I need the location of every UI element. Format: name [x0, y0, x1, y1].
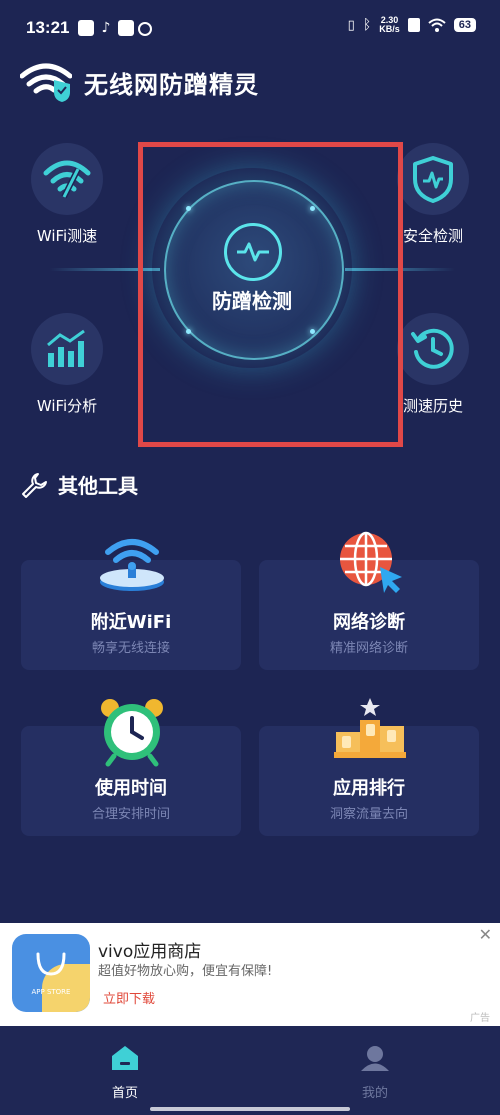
- status-right: ▯ ᛒ 2.30 KB/s 63: [348, 16, 476, 34]
- alarm-clock-icon: [101, 699, 163, 767]
- card-subtitle: 精准网络诊断: [329, 641, 408, 656]
- app-store-logo: APP STORE: [12, 934, 90, 1012]
- home-indicator: [150, 1107, 350, 1111]
- wifi-speed-icon: [43, 160, 91, 199]
- wifi-speed-test-button[interactable]: WiFi测速: [7, 143, 127, 246]
- card-title: 网络诊断: [333, 612, 405, 633]
- card-subtitle: 畅享无线连接: [91, 641, 170, 656]
- app-header: 无线网防蹭精灵: [20, 62, 259, 102]
- wifi-shield-logo-icon: [20, 63, 72, 102]
- ad-banner[interactable]: APP STORE vivo应用商店 超值好物放心购，便宜有保障! 立即下载 ✕…: [0, 923, 500, 1026]
- wifi-icon: [428, 18, 446, 32]
- wifi-analysis-label: WiFi分析: [36, 397, 98, 415]
- network-speed: 2.30 KB/s: [379, 15, 400, 34]
- wifi-analysis-button[interactable]: WiFi分析: [7, 313, 127, 416]
- highlight-box: [138, 142, 403, 447]
- nav-mine-label: 我的: [361, 1086, 388, 1101]
- status-bar: 13:21 ♪ ▯ ᛒ 2.30 KB/s 63: [0, 0, 500, 60]
- notification-app-icon: [138, 22, 152, 36]
- podium-icon: [334, 698, 406, 758]
- ad-subtitle: 超值好物放心购，便宜有保障!: [98, 964, 273, 979]
- bottom-nav: 首页 我的: [0, 1026, 500, 1115]
- shopping-bag-icon: [36, 952, 66, 976]
- wifi-analysis-circle: [31, 313, 103, 385]
- bluetooth-icon: ᛒ: [362, 17, 372, 33]
- ad-title: vivo应用商店: [98, 942, 202, 962]
- history-clock-icon: [411, 328, 454, 369]
- ad-close-icon[interactable]: ✕: [479, 925, 492, 944]
- card-title: 使用时间: [95, 778, 167, 799]
- app-title: 无线网防蹭精灵: [84, 70, 259, 99]
- notification-app-icon: [118, 20, 134, 36]
- ad-tag: 广告: [470, 1013, 490, 1024]
- wifi-router-icon: [100, 539, 164, 591]
- battery-indicator: 63: [453, 18, 476, 32]
- vibrate-icon: ▯: [347, 17, 355, 33]
- card-title: 应用排行: [333, 778, 405, 799]
- security-check-circle: [397, 143, 469, 215]
- other-tools-header: 其他工具: [20, 470, 138, 499]
- wrench-icon: [22, 472, 47, 498]
- bar-chart-icon: [47, 329, 85, 367]
- wifi-speed-circle: [31, 143, 103, 215]
- nav-home-label: 首页: [111, 1086, 138, 1101]
- wifi-speed-label: WiFi测速: [36, 227, 98, 245]
- notification-app-icon: [78, 20, 94, 36]
- nav-mine[interactable]: 我的: [335, 1044, 415, 1101]
- home-icon: [112, 1046, 138, 1070]
- globe-cursor-icon: [340, 531, 402, 593]
- status-time: 13:21: [26, 18, 70, 37]
- tiktok-icon: ♪: [101, 20, 111, 36]
- profile-icon: [361, 1046, 389, 1071]
- logo-text: APP STORE: [31, 988, 71, 996]
- security-shield-icon: [413, 156, 453, 203]
- speed-history-circle: [397, 313, 469, 385]
- download-now-link[interactable]: 立即下载: [103, 988, 155, 1007]
- nav-home[interactable]: 首页: [85, 1044, 165, 1101]
- card-subtitle: 合理安排时间: [91, 807, 170, 822]
- other-tools-title: 其他工具: [58, 474, 138, 498]
- card-subtitle: 洞察流量去向: [329, 807, 408, 822]
- sim-icon: [407, 18, 420, 32]
